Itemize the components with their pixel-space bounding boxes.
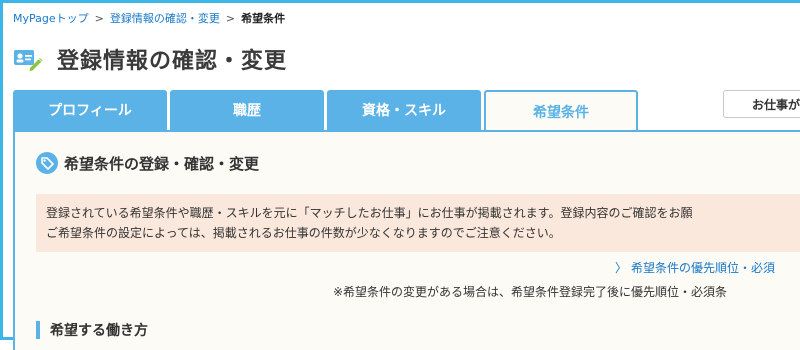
section-title: 希望条件の登録・確認・変更 (64, 154, 260, 173)
subsection-accent-bar (36, 321, 40, 339)
breadcrumb: MyPageトップ > 登録情報の確認・変更 > 希望条件 (13, 10, 285, 26)
breadcrumb-separator: > (94, 12, 104, 25)
breadcrumb-current: 希望条件 (241, 12, 286, 25)
change-note: ※希望条件の変更がある場合は、希望条件登録完了後に優先順位・必須条 (333, 285, 728, 299)
subsection-title: 希望する働き方 (50, 323, 148, 339)
chevron-right-icon: 〉 (615, 261, 628, 275)
notice-box: 登録されている希望条件や職歴・スキルを元に「マッチしたお仕事」にお仕事が掲載され… (36, 194, 800, 252)
section-header: 希望条件の登録・確認・変更 (36, 152, 259, 174)
priority-link[interactable]: 〉希望条件の優先順位・必須 (615, 259, 775, 276)
page-header: 登録情報の確認・変更 (13, 42, 287, 76)
tag-icon (36, 152, 58, 174)
subsection-header: 希望する働き方 (36, 320, 148, 340)
breadcrumb-mypage-top[interactable]: MyPageトップ (13, 12, 89, 25)
notice-line-2: ご希望条件の設定によっては、掲載されるお仕事の件数が少なくなりますのでご注意くだ… (46, 226, 561, 240)
profile-card-edit-icon (14, 50, 43, 71)
page-title: 登録情報の確認・変更 (57, 49, 288, 74)
job-search-button[interactable]: お仕事が (723, 90, 800, 118)
breadcrumb-registration-info[interactable]: 登録情報の確認・変更 (110, 12, 220, 25)
notice-line-1: 登録されている希望条件や職歴・スキルを元に「マッチしたお仕事」にお仕事が掲載され… (46, 206, 693, 220)
tab-desired-conditions[interactable]: 希望条件 (484, 90, 638, 132)
tab-work-history[interactable]: 職歴 (170, 90, 324, 130)
tab-profile[interactable]: プロフィール (13, 90, 167, 130)
priority-link-label: 希望条件の優先順位・必須 (631, 261, 776, 275)
tab-qualifications-skills[interactable]: 資格・スキル (327, 90, 481, 130)
breadcrumb-separator: > (225, 12, 236, 25)
